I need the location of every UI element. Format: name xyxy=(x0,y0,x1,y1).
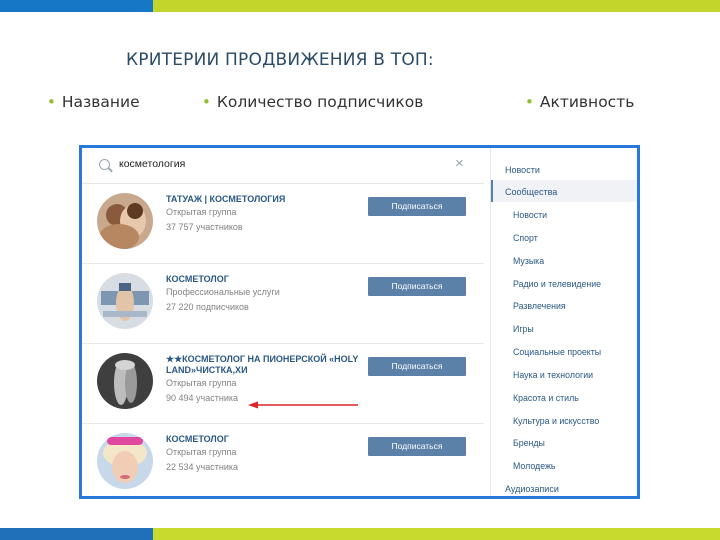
avatar[interactable] xyxy=(97,273,153,329)
group-type: Открытая группа xyxy=(166,447,237,457)
bottom-accent-green xyxy=(153,528,720,540)
nav-category[interactable]: Красота и стиль xyxy=(513,393,579,403)
search-bar[interactable]: косметология × xyxy=(82,148,484,184)
top-accent-green xyxy=(153,0,720,12)
avatar[interactable] xyxy=(97,353,153,409)
bullet-dot-icon: • xyxy=(525,93,534,111)
group-name[interactable]: КОСМЕТОЛОГ xyxy=(166,274,366,285)
nav-category[interactable]: Развлечения xyxy=(513,301,566,311)
bottom-accent-bar xyxy=(0,528,720,540)
slide-title: КРИТЕРИИ ПРОДВИЖЕНИЯ В ТОП: xyxy=(126,50,434,70)
bullet-list: • Название • Количество подписчиков • Актив… xyxy=(0,93,720,119)
nav-item-communities[interactable]: Сообщества xyxy=(505,187,557,197)
avatar[interactable] xyxy=(97,433,153,489)
search-input[interactable]: косметология xyxy=(119,158,185,170)
list-item[interactable]: ★★КОСМЕТОЛОГ НА ПИОНЕРСКОЙ «HOLY LAND»ЧИ… xyxy=(82,344,484,424)
list-item[interactable]: КОСМЕТОЛОГ Профессиональные услуги 27 22… xyxy=(82,264,484,344)
bullet-text: Название xyxy=(61,93,140,111)
bullet-item: • Количество подписчиков xyxy=(202,93,423,111)
nav-category[interactable]: Музыка xyxy=(513,256,544,266)
bullet-item: • Активность xyxy=(525,93,634,111)
nav-category[interactable]: Наука и технологии xyxy=(513,370,593,380)
bullet-item: • Название xyxy=(47,93,140,111)
avatar[interactable] xyxy=(97,193,153,249)
nav-item-audio[interactable]: Аудиозаписи xyxy=(505,484,559,494)
subscribe-button[interactable]: Подписаться xyxy=(368,277,466,296)
nav-category[interactable]: Культура и искусство xyxy=(513,416,599,426)
nav-category[interactable]: Спорт xyxy=(513,233,538,243)
list-item[interactable]: КОСМЕТОЛОГ Открытая группа 22 534 участн… xyxy=(82,424,484,496)
search-results: ТАТУАЖ | КОСМЕТОЛОГИЯ Открытая группа 37… xyxy=(82,184,484,496)
top-accent-bar xyxy=(0,0,720,12)
nav-category[interactable]: Бренды xyxy=(513,438,545,448)
bullet-dot-icon: • xyxy=(47,93,56,111)
clear-icon[interactable]: × xyxy=(455,154,464,174)
list-item[interactable]: ТАТУАЖ | КОСМЕТОЛОГИЯ Открытая группа 37… xyxy=(82,184,484,264)
subscribe-button[interactable]: Подписаться xyxy=(368,197,466,216)
nav-item-news[interactable]: Новости xyxy=(505,165,540,175)
nav-category[interactable]: Социальные проекты xyxy=(513,347,601,357)
nav-category[interactable]: Новости xyxy=(513,210,547,220)
result-info: КОСМЕТОЛОГ Профессиональные услуги 27 22… xyxy=(166,274,366,315)
bullet-text: Количество подписчиков xyxy=(216,93,424,111)
group-name[interactable]: КОСМЕТОЛОГ xyxy=(166,434,366,445)
nav-category[interactable]: Молодежь xyxy=(513,461,555,471)
search-icon xyxy=(99,159,110,170)
bullet-text: Активность xyxy=(539,93,635,111)
result-info: КОСМЕТОЛОГ Открытая группа 22 534 участн… xyxy=(166,434,366,475)
top-accent-blue xyxy=(0,0,153,12)
group-name[interactable]: ★★КОСМЕТОЛОГ НА ПИОНЕРСКОЙ «HOLY LAND»ЧИ… xyxy=(166,354,366,376)
highlight-arrow-icon xyxy=(248,401,358,409)
group-name[interactable]: ТАТУАЖ | КОСМЕТОЛОГИЯ xyxy=(166,194,366,205)
member-count: 27 220 подписчиков xyxy=(166,302,249,312)
subscribe-button[interactable]: Подписаться xyxy=(368,357,466,376)
bottom-accent-blue xyxy=(0,528,153,540)
bullet-dot-icon: • xyxy=(202,93,211,111)
vk-search-screenshot: косметология × ТАТУАЖ | КОСМЕТОЛОГИЯ Отк… xyxy=(79,145,640,499)
group-type: Открытая группа xyxy=(166,207,237,217)
result-info: ТАТУАЖ | КОСМЕТОЛОГИЯ Открытая группа 37… xyxy=(166,194,366,235)
member-count: 22 534 участника xyxy=(166,462,238,472)
nav-category[interactable]: Игры xyxy=(513,324,534,334)
right-sidebar: Новости Сообщества Новости Спорт Музыка … xyxy=(490,148,637,496)
result-info: ★★КОСМЕТОЛОГ НА ПИОНЕРСКОЙ «HOLY LAND»ЧИ… xyxy=(166,354,366,406)
group-type: Открытая группа xyxy=(166,378,237,388)
member-count: 37 757 участников xyxy=(166,222,243,232)
group-type: Профессиональные услуги xyxy=(166,287,280,297)
nav-category[interactable]: Радио и телевидение xyxy=(513,279,601,289)
subscribe-button[interactable]: Подписаться xyxy=(368,437,466,456)
